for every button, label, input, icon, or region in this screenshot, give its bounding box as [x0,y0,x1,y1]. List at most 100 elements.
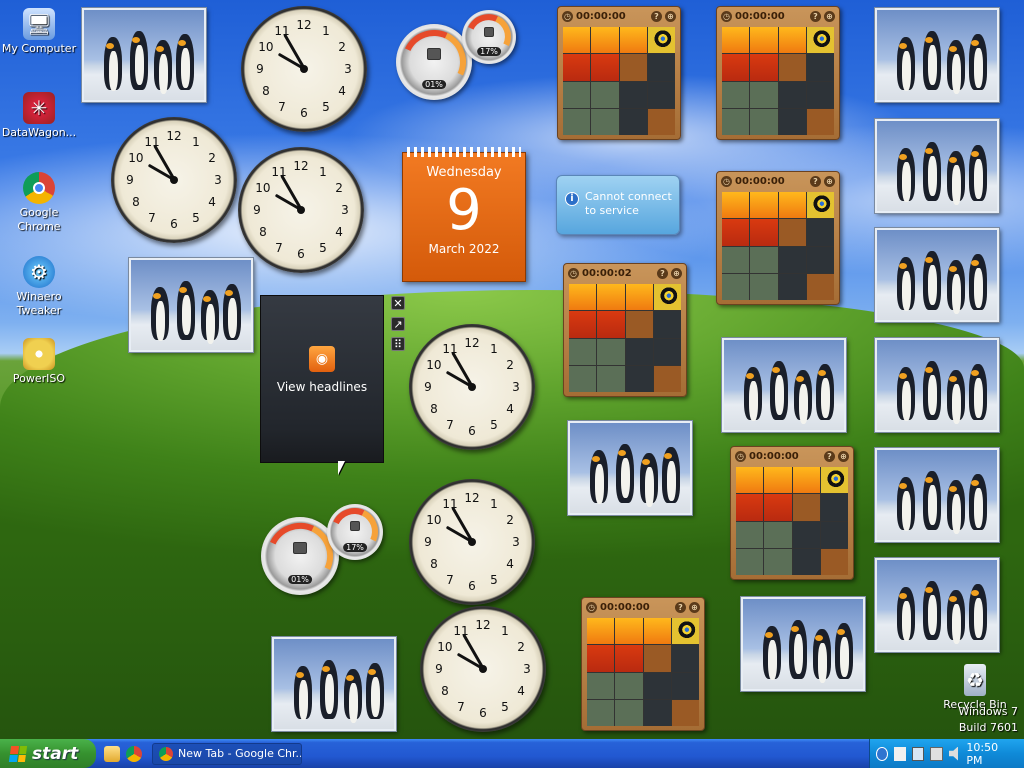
analog-clock-gadget[interactable]: 12 1 2 3 4 5 6 7 8 9 10 11 [409,324,535,450]
desktop-icon-google-chrome[interactable]: Google Chrome [1,172,77,234]
puzzle-tile[interactable] [736,521,764,548]
puzzle-tile[interactable] [625,311,653,338]
puzzle-tile[interactable] [722,27,750,54]
puzzle-help-button[interactable]: ? [824,450,835,462]
taskbar-button-chrome[interactable]: New Tab - Google Chr... [152,742,302,765]
memory-meter-gadget[interactable]: 17% [459,7,519,67]
display-icon[interactable] [930,746,943,761]
puzzle-tile[interactable] [643,645,671,672]
analog-clock-gadget[interactable]: 12 1 2 3 4 5 6 7 8 9 10 11 [420,606,546,732]
start-button[interactable]: start [0,739,96,768]
desktop-icon-poweriso[interactable]: PowerISO [1,338,77,386]
puzzle-tile[interactable] [653,365,681,392]
puzzle-tile[interactable] [647,54,675,81]
slideshow-photo-gadget[interactable] [129,258,253,352]
puzzle-tile[interactable] [647,27,675,54]
puzzle-tile[interactable] [806,219,834,246]
puzzle-tile[interactable] [587,618,615,645]
analog-clock-gadget[interactable]: 12 1 2 3 4 5 6 7 8 9 10 11 [409,479,535,605]
puzzle-tile[interactable] [722,192,750,219]
picture-puzzle-gadget[interactable]: ◷ 00:00:00? ⊕ [716,6,840,140]
puzzle-tile[interactable] [569,284,597,311]
puzzle-tile[interactable] [615,618,643,645]
puzzle-tile[interactable] [671,699,699,726]
puzzle-tile[interactable] [778,273,806,300]
puzzle-tile[interactable] [736,494,764,521]
puzzle-tile[interactable] [653,284,681,311]
puzzle-tile[interactable] [625,284,653,311]
puzzle-tile[interactable] [792,467,820,494]
gadget-expand-button[interactable]: ↗ [391,317,405,331]
puzzle-tile[interactable] [591,27,619,54]
puzzle-tile[interactable] [653,338,681,365]
action-center-flag-icon[interactable] [894,746,907,761]
puzzle-tile[interactable] [671,618,699,645]
analog-clock-gadget[interactable]: 12 1 2 3 4 5 6 7 8 9 10 11 [241,6,367,132]
puzzle-tile[interactable] [615,645,643,672]
puzzle-tile[interactable] [587,645,615,672]
puzzle-tile[interactable] [750,273,778,300]
slideshow-photo-gadget[interactable] [875,8,999,102]
puzzle-tile[interactable] [722,81,750,108]
desktop-icon-my-computer[interactable]: 🖥 My Computer [1,8,77,56]
puzzle-help-button[interactable]: ? [810,10,821,22]
show-hidden-icons-chevron-icon[interactable] [876,746,889,761]
puzzle-tile[interactable] [792,521,820,548]
puzzle-tile[interactable] [619,27,647,54]
puzzle-tile[interactable] [750,192,778,219]
puzzle-help-button[interactable]: ? [657,267,668,279]
puzzle-tile[interactable] [806,192,834,219]
analog-clock-gadget[interactable]: 12 1 2 3 4 5 6 7 8 9 10 11 [111,117,237,243]
puzzle-tile[interactable] [615,672,643,699]
puzzle-help-button[interactable]: ? [810,175,821,187]
puzzle-tile[interactable] [750,54,778,81]
puzzle-tile[interactable] [722,54,750,81]
puzzle-tile[interactable] [643,672,671,699]
puzzle-tile[interactable] [778,108,806,135]
analog-clock-gadget[interactable]: 12 1 2 3 4 5 6 7 8 9 10 11 [238,147,364,273]
puzzle-tile[interactable] [750,81,778,108]
puzzle-tile[interactable] [806,81,834,108]
puzzle-tile[interactable] [591,108,619,135]
slideshow-photo-gadget[interactable] [741,597,865,691]
puzzle-solve-button[interactable]: ⊕ [838,450,849,462]
puzzle-tile[interactable] [625,338,653,365]
picture-puzzle-gadget[interactable]: ◷ 00:00:02? ⊕ [563,263,687,397]
puzzle-solve-button[interactable]: ⊕ [671,267,682,279]
puzzle-tile[interactable] [820,548,848,575]
chrome-icon[interactable] [126,745,142,762]
puzzle-tile[interactable] [820,467,848,494]
puzzle-tile[interactable] [806,108,834,135]
volume-icon[interactable] [948,746,959,761]
puzzle-tile[interactable] [619,108,647,135]
puzzle-tile[interactable] [569,311,597,338]
puzzle-tile[interactable] [563,108,591,135]
puzzle-tile[interactable] [563,27,591,54]
clock-time[interactable]: 10:50 PM [966,741,1010,767]
desktop-icon-winaero-tweaker[interactable]: ⚙ Winaero Tweaker [1,256,77,318]
puzzle-tile[interactable] [597,284,625,311]
puzzle-tile[interactable] [722,108,750,135]
puzzle-tile[interactable] [619,54,647,81]
puzzle-tile[interactable] [750,108,778,135]
puzzle-tile[interactable] [625,365,653,392]
puzzle-tile[interactable] [806,246,834,273]
puzzle-tile[interactable] [750,246,778,273]
puzzle-tile[interactable] [569,365,597,392]
puzzle-tile[interactable] [806,54,834,81]
puzzle-tile[interactable] [671,672,699,699]
puzzle-tile[interactable] [764,467,792,494]
memory-meter-gadget-2[interactable]: 17% [324,501,386,563]
slideshow-photo-gadget[interactable] [82,8,206,102]
slideshow-photo-gadget[interactable] [875,119,999,213]
slideshow-photo-gadget[interactable] [272,637,396,731]
puzzle-tile[interactable] [820,494,848,521]
picture-puzzle-gadget[interactable]: ◷ 00:00:00? ⊕ [581,597,705,731]
puzzle-help-button[interactable]: ? [675,601,686,613]
puzzle-tile[interactable] [778,27,806,54]
puzzle-tile[interactable] [778,246,806,273]
puzzle-tile[interactable] [750,219,778,246]
gadget-close-button[interactable]: ✕ [391,296,405,310]
puzzle-tile[interactable] [778,81,806,108]
puzzle-tile[interactable] [778,54,806,81]
